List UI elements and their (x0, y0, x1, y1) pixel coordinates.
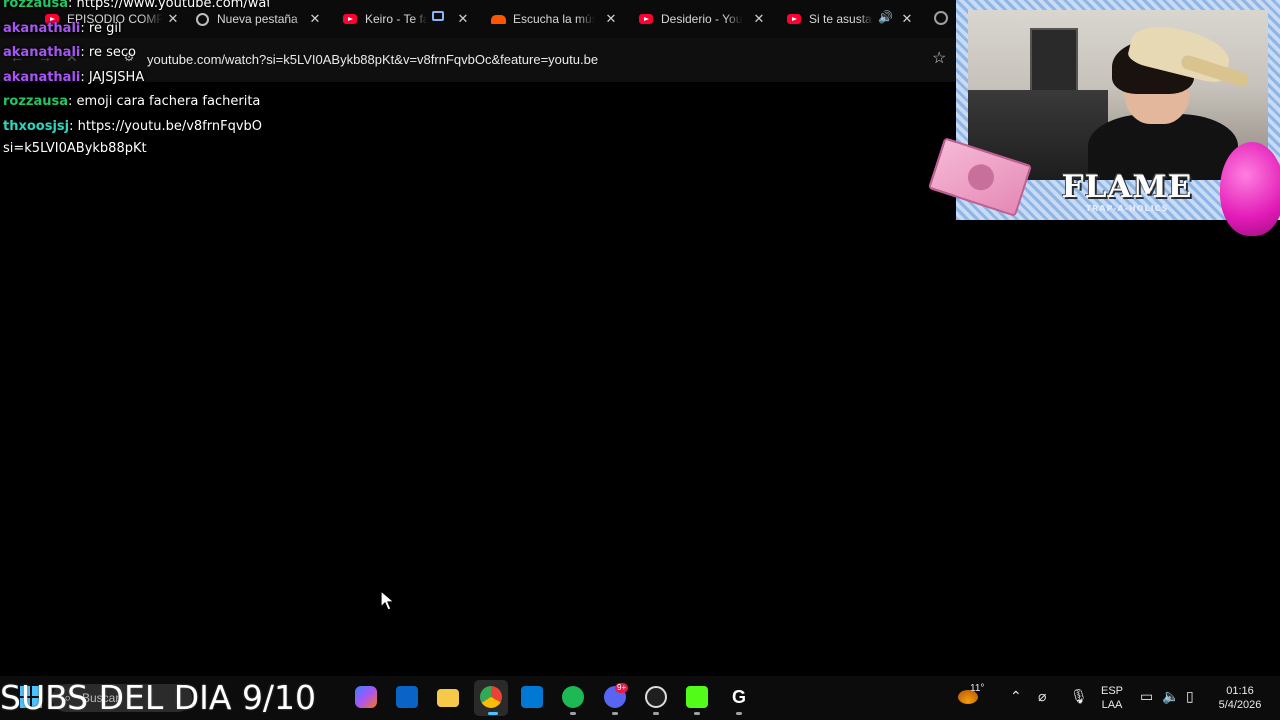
outlook-icon[interactable] (396, 686, 418, 708)
kick-icon[interactable] (686, 686, 708, 708)
running-indicator (736, 712, 742, 715)
file-explorer-icon[interactable] (437, 689, 459, 707)
weather-temp: 11° (970, 683, 985, 694)
tab-title: Keiro - Te fal (365, 12, 427, 26)
g-hub-icon[interactable]: G (728, 686, 750, 708)
streamer (1088, 18, 1251, 180)
tab-title: Desiderio - YouT (661, 12, 743, 26)
microphone-icon[interactable]: 🎙 (1070, 688, 1088, 705)
volume-icon[interactable]: 🔈 (1162, 688, 1179, 705)
running-indicator (570, 712, 576, 715)
tab-si-te-asustas[interactable]: Si te asustas 🔊 ✕ (786, 6, 914, 32)
close-icon[interactable]: ✕ (456, 11, 470, 27)
cast-icon (432, 11, 444, 21)
running-indicator (612, 712, 618, 715)
clock-date: 5/4/2026 (1218, 699, 1262, 711)
chevron-up-icon[interactable]: ⌃ (1010, 688, 1022, 705)
running-indicator (694, 712, 700, 715)
chat-username: akanathali (3, 20, 81, 36)
close-icon[interactable]: ✕ (900, 11, 914, 27)
youtube-icon (786, 11, 802, 27)
buddha-sticker (1220, 142, 1280, 236)
language-code: ESP (1100, 685, 1123, 697)
close-icon[interactable]: ✕ (308, 11, 322, 27)
chat-username: akanathali (3, 69, 81, 85)
webcam-feed (968, 10, 1268, 180)
clock-time: 01:16 (1226, 685, 1254, 697)
chat-message: akanathali: re gil (3, 20, 122, 36)
chat-text: https://www.youtube.com/watch?v=UfsgBC9m… (76, 0, 269, 11)
mouse-cursor-icon (380, 590, 396, 611)
display-icon[interactable]: ▭ (1140, 688, 1153, 705)
chat-username: thxoosjsj (3, 118, 70, 134)
youtube-icon (342, 11, 358, 27)
tab-keiro[interactable]: Keiro - Te fal ✕ (342, 6, 470, 32)
chat-message: rozzausa: emoji cara fachera facherita (3, 94, 261, 109)
flame-logo: FLAME (1061, 169, 1193, 205)
close-icon[interactable]: ✕ (604, 11, 618, 27)
language-layout: LAA (1101, 699, 1123, 711)
language-indicator[interactable]: ESP LAA (1098, 684, 1126, 712)
tab-title: Escucha la músic (513, 12, 595, 26)
copilot-icon[interactable] (355, 686, 377, 708)
speaker-icon[interactable]: 🔊 (878, 10, 893, 24)
microsoft-store-icon[interactable] (521, 686, 543, 708)
flame-logo-subtitle: TRAP-A-HOLICS (1085, 204, 1169, 213)
chat-overlay: rozzausa: https://www.youtube.com/watch?… (3, 0, 303, 160)
wall-poster (1030, 28, 1078, 94)
chrome-icon[interactable] (480, 686, 502, 708)
active-indicator (488, 712, 498, 715)
clock[interactable]: 01:16 5/4/2026 (1210, 684, 1270, 712)
spotify-icon[interactable] (562, 686, 584, 708)
battery-icon[interactable]: ▯ (1186, 688, 1194, 705)
running-indicator (653, 712, 659, 715)
tab-desiderio[interactable]: Desiderio - YouT ✕ (638, 6, 766, 32)
close-icon[interactable]: ✕ (752, 11, 766, 27)
chat-text: re seco (88, 45, 136, 60)
tab-title: Si te asustas (809, 12, 873, 26)
network-off-icon[interactable]: ⌀ (1038, 688, 1046, 705)
chat-message: rozzausa: https://www.youtube.com/watch?… (3, 0, 269, 17)
chat-username: rozzausa (3, 0, 69, 11)
youtube-icon (638, 11, 654, 27)
chat-text: JAJSJSHA (88, 69, 145, 85)
tab-soundcloud[interactable]: Escucha la músic ✕ (490, 6, 618, 32)
chat-username: akanathali (3, 45, 81, 60)
chat-message: akanathali: JAJSJSHA (3, 69, 145, 85)
obs-icon[interactable] (645, 686, 667, 708)
extension-icon[interactable] (934, 11, 948, 25)
soundcloud-icon (490, 11, 506, 27)
webcam-overlay: FLAME TRAP-A-HOLICS (927, 0, 1280, 236)
subs-banner: SUBS DEL DIA 9/10 (0, 678, 317, 717)
discord-badge: 9+ (615, 683, 629, 693)
bookmark-star-icon[interactable]: ☆ (932, 48, 946, 68)
chat-message: akanathali: re seco (3, 45, 136, 60)
chat-text: emoji cara fachera facherita (76, 94, 261, 109)
chat-message: thxoosjsj: https://youtu.be/v8frnFqvbO s… (3, 118, 263, 156)
chat-username: rozzausa (3, 94, 69, 109)
chat-text: re gil (88, 20, 122, 36)
